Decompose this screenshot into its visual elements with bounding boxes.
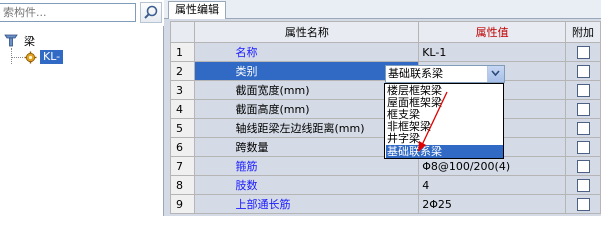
extra-checkbox[interactable] [576,178,590,192]
row-number: 8 [169,175,196,195]
beam-category-icon [4,34,18,47]
extra-checkbox[interactable] [576,121,590,135]
tree-node-beam-label: 梁 [24,35,35,48]
dropdown-option[interactable]: 井字梁 [386,132,503,145]
extra-checkbox[interactable] [576,197,590,211]
property-value[interactable]: KL-1 [418,42,567,62]
header-row-number [169,21,196,43]
tree-node-kl-1-label: KL-1 [40,50,64,77]
table-row[interactable]: 9 上部通长筋 2Φ25 [169,194,601,214]
gear-icon [24,51,37,64]
table-row[interactable]: 8 肢数 4 [169,175,601,195]
row-number: 5 [169,118,196,138]
extra-checkbox[interactable] [576,140,590,154]
extra-checkbox[interactable] [576,159,590,173]
row-number: 7 [169,156,196,176]
tab-bar: 属性编辑 [164,0,601,19]
category-combobox[interactable]: 基础联系梁 [385,65,505,83]
property-name: 肢数 [194,175,420,195]
row-number: 1 [169,42,196,62]
search-button[interactable] [140,2,162,23]
property-value[interactable]: Φ8@100/200(4) [418,156,567,176]
property-value[interactable]: 2Φ25 [418,194,567,214]
dropdown-option-selected[interactable]: 基础联系梁 [386,145,503,158]
component-tree-panel: 梁 KL-1 [0,0,164,216]
extra-checkbox[interactable] [576,64,590,78]
search-input[interactable] [0,3,136,22]
grid-header-row: 属性名称 属性值 附加 [169,21,601,43]
search-icon [144,5,158,19]
property-value[interactable]: 4 [418,175,567,195]
extra-checkbox[interactable] [576,102,590,116]
chevron-down-icon [491,70,500,77]
tree-connector-branch [11,57,23,58]
search-row [0,0,164,26]
row-number: 6 [169,137,196,157]
extra-checkbox[interactable] [576,83,590,97]
header-property-name: 属性名称 [194,21,420,43]
property-editor-panel: 属性编辑 属性名称 属性值 附加 1 名称 KL-1 2 类别 3 截面宽度(m… [164,0,601,216]
header-extra: 附加 [565,21,601,43]
category-combobox-value: 基础联系梁 [388,67,443,80]
header-property-value: 属性值 [418,21,567,43]
extra-checkbox[interactable] [576,45,590,59]
property-name: 名称 [194,42,420,62]
tree-connector [11,48,12,64]
row-number: 2 [169,61,196,81]
combobox-dropdown-button[interactable] [487,66,504,82]
category-dropdown-list: 楼层框架梁 屋面框架梁 框支梁 非框架梁 井字梁 基础联系梁 [384,83,504,159]
row-number: 9 [169,194,196,214]
property-name: 上部通长筋 [194,194,420,214]
table-row[interactable]: 7 箍筋 Φ8@100/200(4) [169,156,601,176]
property-name: 箍筋 [194,156,420,176]
row-number: 4 [169,99,196,119]
tab-property-edit[interactable]: 属性编辑 [168,1,226,19]
table-row[interactable]: 1 名称 KL-1 [169,42,601,62]
row-number: 3 [169,80,196,100]
